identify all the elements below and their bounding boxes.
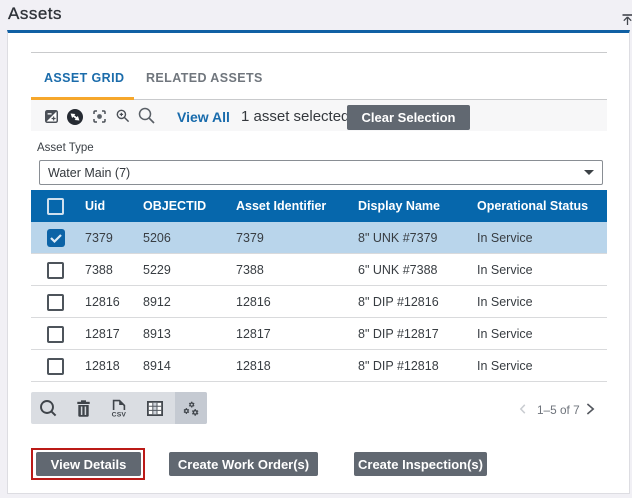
svg-text:CSV: CSV (112, 411, 127, 417)
